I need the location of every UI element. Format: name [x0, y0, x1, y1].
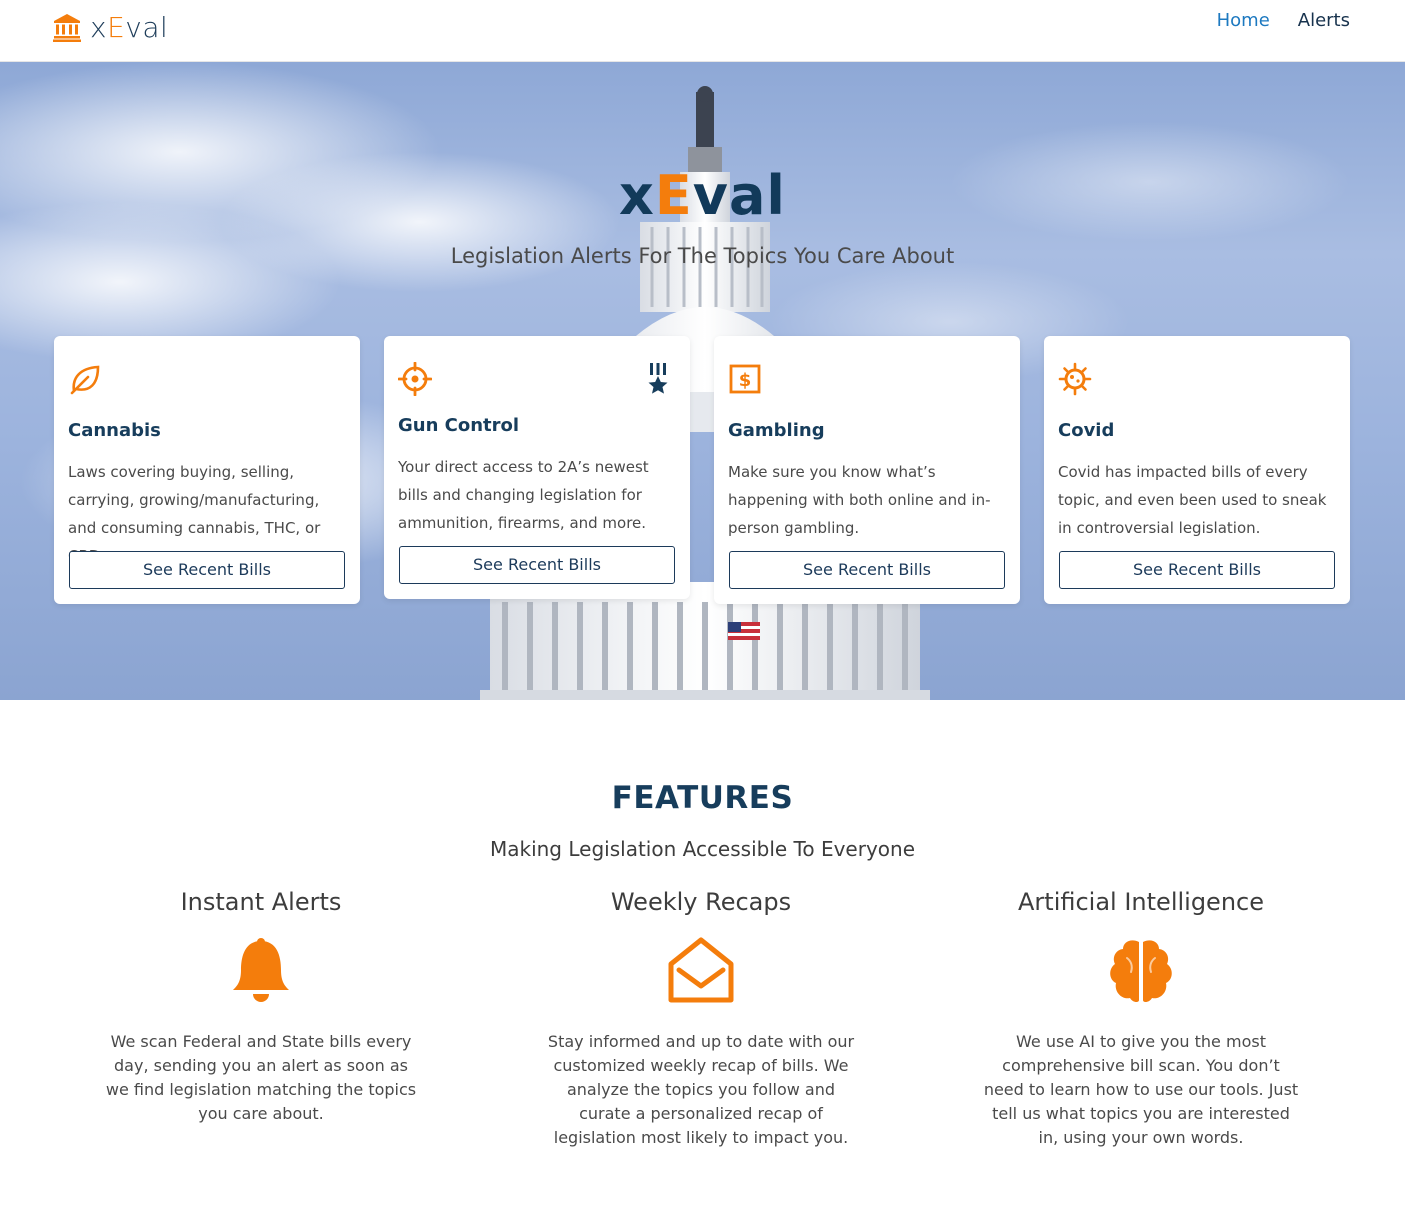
hero-subtitle: Legislation Alerts For The Topics You Ca… [450, 244, 955, 268]
brain-icon [1110, 940, 1172, 1003]
top-navbar: xEval Home Alerts [0, 0, 1405, 62]
features-heading: FEATURES [611, 780, 794, 816]
topic-card-gambling: $ Gambling Make sure you know what’s hap… [714, 336, 1020, 604]
virus-icon [1058, 362, 1092, 396]
crosshair-icon [398, 362, 432, 396]
features-subtitle: Making Legislation Accessible To Everyon… [489, 837, 916, 861]
hero-title: xEval [619, 164, 786, 227]
see-recent-bills-button[interactable]: See Recent Bills [729, 551, 1005, 589]
nav-links: Home Alerts [1217, 10, 1350, 31]
card-title: Covid [1058, 420, 1115, 441]
see-recent-bills-button[interactable]: See Recent Bills [1059, 551, 1335, 589]
card-title: Gun Control [398, 415, 520, 436]
nav-link-alerts[interactable]: Alerts [1298, 10, 1350, 31]
medal-star-icon [648, 363, 668, 394]
card-description: Covid has impacted bills of every topic,… [1058, 463, 1327, 537]
feature-description: We use AI to give you the most comprehen… [983, 1032, 1299, 1147]
card-description: Make sure you know what’s happening with… [728, 463, 991, 537]
feature-title: Instant Alerts [180, 888, 342, 916]
dollar-icon: $ [729, 364, 761, 394]
feature-description: We scan Federal and State bills every da… [105, 1032, 417, 1123]
svg-text:$: $ [739, 370, 752, 391]
feature-artificial-intelligence: Artificial Intelligence We use AI to giv… [971, 888, 1311, 1150]
feature-instant-alerts: Instant Alerts We scan Federal and State… [91, 888, 431, 1126]
brand-logo-link[interactable]: xEval [52, 10, 168, 44]
feature-weekly-recaps: Weekly Recaps Stay informed and up to da… [531, 888, 871, 1150]
capitol-building-icon [53, 14, 81, 42]
topic-card-covid: Covid Covid has impacted bills of every … [1044, 336, 1350, 604]
see-recent-bills-button[interactable]: See Recent Bills [69, 551, 345, 589]
envelope-open-icon [668, 937, 734, 1003]
card-title: Cannabis [68, 420, 161, 441]
feature-description: Stay informed and up to date with our cu… [547, 1032, 855, 1147]
brand-name: xEval [90, 10, 169, 44]
topic-card-cannabis: Cannabis Laws covering buying, selling, … [54, 336, 360, 604]
feature-title: Weekly Recaps [610, 888, 792, 916]
leaf-icon [70, 365, 100, 395]
see-recent-bills-button[interactable]: See Recent Bills [399, 546, 675, 584]
feature-title: Artificial Intelligence [1018, 888, 1264, 916]
topic-card-gun-control: Gun Control Your direct access to 2A’s n… [384, 336, 690, 599]
card-title: Gambling [728, 420, 825, 441]
card-description: Your direct access to 2A’s newest bills … [398, 458, 649, 532]
bell-icon [233, 938, 289, 1002]
nav-link-home[interactable]: Home [1217, 10, 1270, 31]
